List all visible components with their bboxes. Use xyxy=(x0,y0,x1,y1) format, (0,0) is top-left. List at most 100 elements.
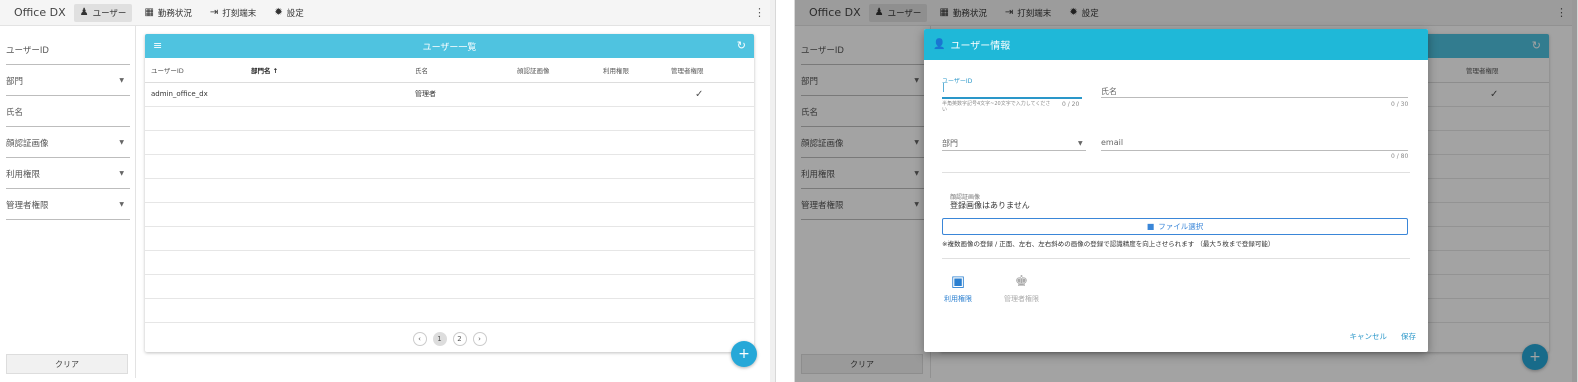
table-row xyxy=(145,274,754,299)
user-info-dialog: 👤 ユーザー情報 ユーザーID | 半角英数字記号4文字~20文字で入力してくだ… xyxy=(924,29,1428,352)
name-counter: 0 / 30 xyxy=(1391,101,1409,108)
person-icon: 👤 xyxy=(933,39,946,50)
nav-users[interactable]: ♟ ユーザー xyxy=(73,3,133,22)
admin-permission-label: 管理者権限 xyxy=(1004,295,1039,303)
admin-permission-toggle[interactable]: ♚ 管理者権限 xyxy=(1004,272,1039,304)
table-row xyxy=(145,202,754,227)
email-counter: 0 / 80 xyxy=(1391,153,1409,160)
users-screen: Office DX ♟ ユーザー ▦ 勤務状況 ⇥ 打刻端末 ✹ 設定 ⋮ ユーザーID… xyxy=(0,0,776,382)
cell-user-id: admin_office_dx xyxy=(145,82,245,107)
gear-icon: ✹ xyxy=(274,7,283,18)
user-id-counter: 0 / 20 xyxy=(1062,101,1080,108)
nav-label: ユーザー xyxy=(92,8,127,19)
filter-name[interactable]: 氏名 xyxy=(6,96,130,127)
nav-attendance[interactable]: ▦ 勤務状況 xyxy=(138,4,197,22)
pagination: ‹ 1 2 › xyxy=(145,332,754,346)
nav-label: 勤務状況 xyxy=(157,8,192,19)
list-header: ≡ ユーザー一覧 ↻ xyxy=(145,34,754,58)
cell-use xyxy=(597,82,665,107)
refresh-icon[interactable]: ↻ xyxy=(737,39,746,52)
folder-icon: ■ xyxy=(1146,222,1155,231)
use-permission-label: 利用権限 xyxy=(944,295,972,303)
image-note: ※複数画像の登録 / 正面、左右、左右斜めの画像の登録で認識精度を向上させられま… xyxy=(942,240,1275,248)
nav-terminal[interactable]: ⇥ 打刻端末 xyxy=(204,4,262,22)
col-department[interactable]: 部門名 ↑ xyxy=(245,58,409,83)
nav-label: 設定 xyxy=(286,8,304,19)
save-button[interactable]: 保存 xyxy=(1401,331,1416,342)
filter-label: 部門 xyxy=(6,77,24,87)
clear-button[interactable]: クリア xyxy=(6,354,128,374)
table-row xyxy=(145,250,754,275)
face-image-value: 登録画像はありません xyxy=(950,201,1030,210)
user-table: ユーザーID 部門名 ↑ 氏名 顔認証画像 利用権限 管理者権限 admin_o… xyxy=(145,58,754,323)
user-dialog-screen: Office DX ♟ ユーザー ▦ 勤務状況 ⇥ 打刻端末 ✹ 設定 ⋮ ユーザーID… xyxy=(794,0,1578,382)
more-menu-icon[interactable]: ⋮ xyxy=(754,6,765,19)
file-select-button[interactable]: ■ ファイル選択 xyxy=(942,218,1408,235)
plus-icon: + xyxy=(738,346,750,362)
email-label: email xyxy=(1101,138,1124,147)
list-title: ユーザー一覧 xyxy=(422,42,477,53)
use-permission-toggle[interactable]: ▣ 利用権限 xyxy=(944,272,972,304)
dropdown-arrow-icon: ▼ xyxy=(119,139,124,146)
login-icon: ⇥ xyxy=(209,7,219,18)
dialog-title: ユーザー情報 xyxy=(950,41,1011,52)
col-admin-permission[interactable]: 管理者権限 xyxy=(665,58,754,83)
filter-department[interactable]: 部門 ▼ xyxy=(6,65,130,96)
table-row xyxy=(145,178,754,203)
admin-user-icon: ♚ xyxy=(1014,272,1029,290)
table-row[interactable]: admin_office_dx 管理者 ✓ xyxy=(145,82,754,107)
nav-label: 打刻端末 xyxy=(222,8,257,19)
table-row xyxy=(145,130,754,155)
dropdown-arrow-icon: ▼ xyxy=(119,201,124,208)
page-1[interactable]: 1 xyxy=(432,332,447,346)
table-row xyxy=(145,106,754,131)
add-user-button[interactable]: + xyxy=(731,341,757,367)
check-icon: ✓ xyxy=(665,82,754,107)
col-use-permission[interactable]: 利用権限 xyxy=(597,58,665,83)
filter-label: 顔認証画像 xyxy=(6,139,49,149)
table-row xyxy=(145,298,754,323)
filter-use-permission[interactable]: 利用権限 ▼ xyxy=(6,158,130,189)
user-id-hint: 半角英数字記号4文字~20文字で入力してください xyxy=(942,101,1051,113)
filter-label: 氏名 xyxy=(6,108,24,118)
col-user-id[interactable]: ユーザーID xyxy=(145,58,245,83)
filter-label: 管理者権限 xyxy=(6,201,49,211)
col-name[interactable]: 氏名 xyxy=(409,58,511,83)
file-select-label: ファイル選択 xyxy=(1158,222,1204,231)
email-input[interactable] xyxy=(1101,150,1408,151)
app-toolbar: Office DX ♟ ユーザー ▦ 勤務状況 ⇥ 打刻端末 ✹ 設定 ⋮ xyxy=(0,0,775,26)
dropdown-arrow-icon: ▼ xyxy=(1078,140,1083,147)
cell-name: 管理者 xyxy=(409,82,511,107)
col-face-image[interactable]: 顔認証画像 xyxy=(511,58,597,83)
divider xyxy=(942,258,1410,259)
filter-face-image[interactable]: 顔認証画像 ▼ xyxy=(6,127,130,158)
page-2[interactable]: 2 xyxy=(452,332,467,346)
text-cursor: | xyxy=(942,83,946,93)
nav-settings[interactable]: ✹ 設定 xyxy=(268,4,309,22)
prev-page-icon[interactable]: ‹ xyxy=(412,332,427,346)
user-id-input[interactable] xyxy=(942,97,1082,99)
next-page-icon[interactable]: › xyxy=(472,332,487,346)
divider xyxy=(942,172,1410,173)
filter-label: ユーザーID xyxy=(6,46,49,56)
department-select[interactable] xyxy=(942,150,1086,151)
scrollbar[interactable] xyxy=(770,0,775,382)
cell-face xyxy=(511,82,597,107)
cancel-button[interactable]: キャンセル xyxy=(1350,331,1388,342)
name-input[interactable] xyxy=(1101,97,1408,98)
divider xyxy=(135,26,136,378)
filter-user-id[interactable]: ユーザーID xyxy=(6,34,130,65)
app-brand: Office DX xyxy=(14,6,66,19)
menu-icon[interactable]: ≡ xyxy=(153,39,162,52)
users-icon: ♟ xyxy=(79,7,89,18)
cell-department xyxy=(245,82,409,107)
monitor-icon: ▣ xyxy=(950,272,966,290)
dialog-actions: キャンセル 保存 xyxy=(1350,331,1417,342)
dropdown-arrow-icon: ▼ xyxy=(119,170,124,177)
filter-label: 利用権限 xyxy=(6,170,41,180)
calendar-icon: ▦ xyxy=(144,7,154,18)
filter-admin-permission[interactable]: 管理者権限 ▼ xyxy=(6,189,130,220)
filter-sidebar: ユーザーID 部門 ▼ 氏名 顔認証画像 ▼ 利用権限 ▼ 管理者権限 ▼ クリア xyxy=(6,34,130,380)
dropdown-arrow-icon: ▼ xyxy=(119,77,124,84)
dialog-header: 👤 ユーザー情報 xyxy=(924,29,1428,60)
